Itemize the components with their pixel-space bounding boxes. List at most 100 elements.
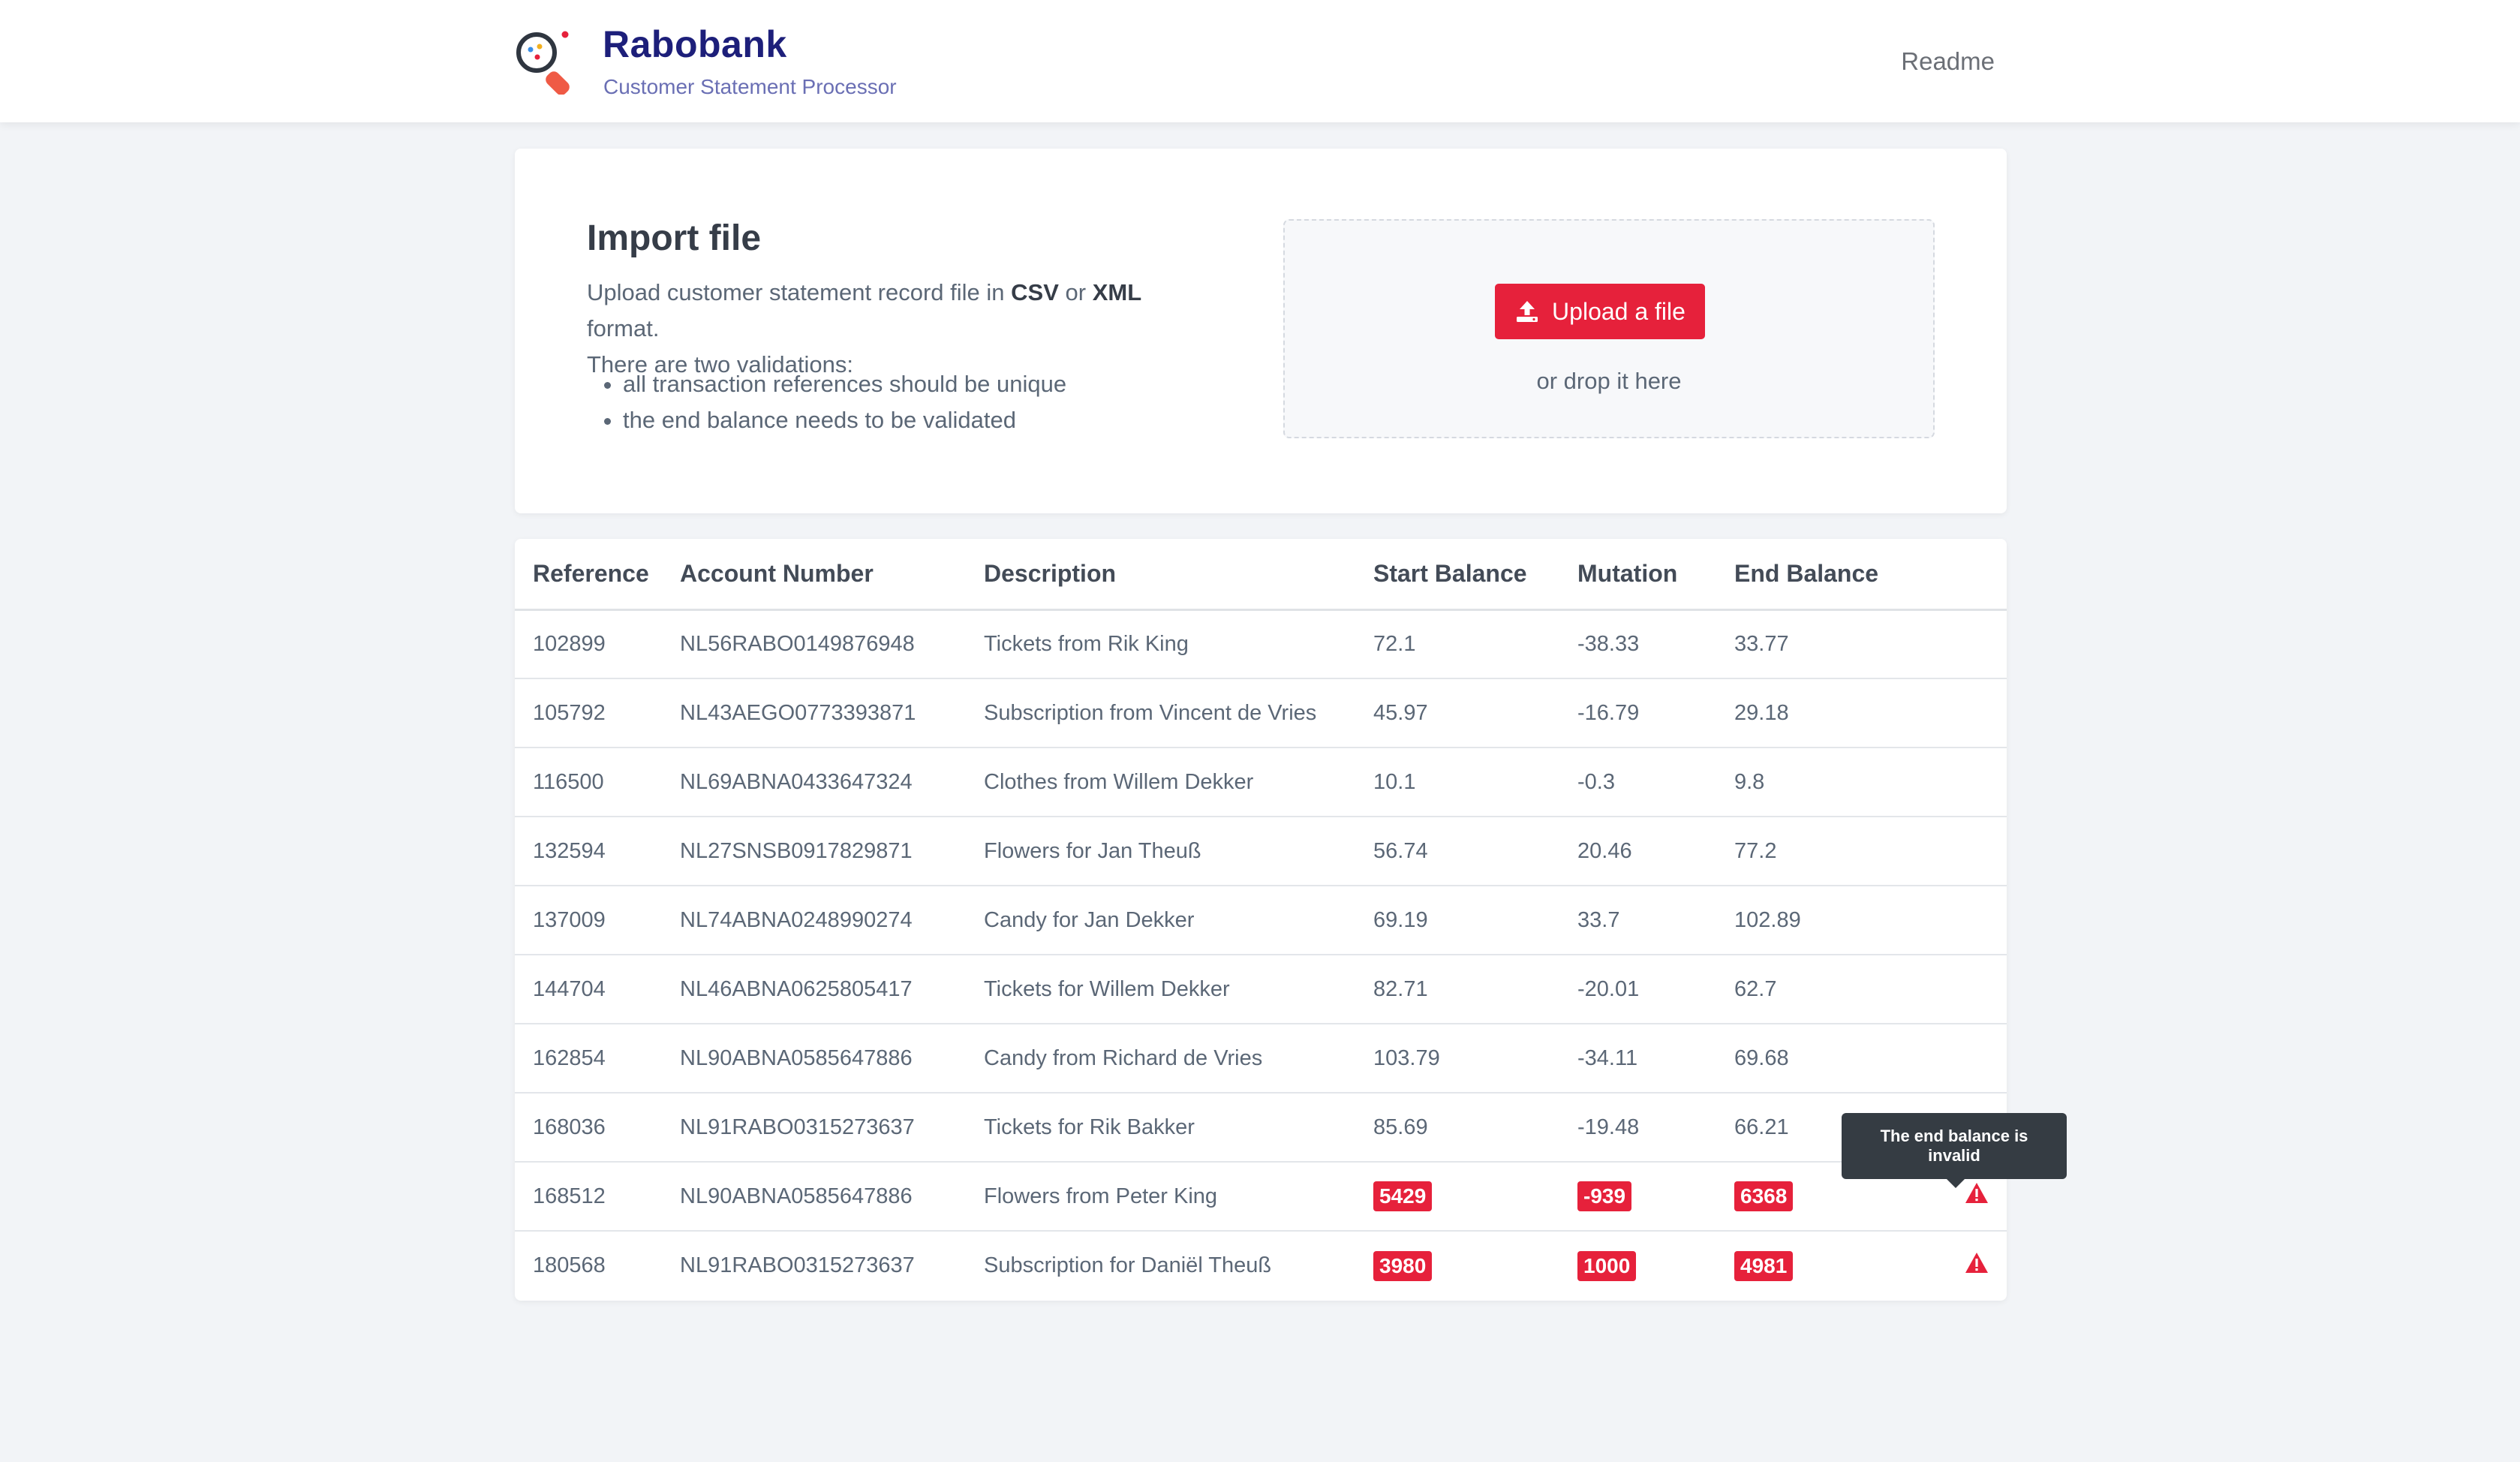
- end-balance-cell: 62.7: [1734, 955, 1914, 1024]
- description-cell: Flowers for Jan Theuß: [984, 817, 1373, 886]
- magnifier-logo-icon: [516, 31, 570, 95]
- header-status: [1914, 539, 2007, 611]
- end-balance-cell: 4981: [1734, 1231, 1914, 1300]
- start-balance-cell: 82.71: [1373, 955, 1577, 1024]
- brand-title: Rabobank: [603, 23, 787, 65]
- desc-csv: CSV: [1011, 279, 1059, 305]
- top-header: Rabobank Customer Statement Processor Re…: [0, 0, 2520, 122]
- table-row: 132594 NL27SNSB0917829871 Flowers for Jan …: [515, 817, 2007, 886]
- status-cell: [1914, 748, 2007, 817]
- account-number-cell: NL90ABNA0585647886: [680, 1162, 984, 1232]
- reference-cell: 137009: [515, 886, 680, 955]
- file-dropzone[interactable]: Upload a file or drop it here: [1283, 219, 1935, 438]
- table-row: 105792 NL43AEGO0773393871 Subscription fro…: [515, 678, 2007, 748]
- readme-link[interactable]: Readme: [1901, 47, 1995, 76]
- account-number-cell: NL91RABO0315273637: [680, 1093, 984, 1163]
- tooltip-arrow: [1947, 1179, 1965, 1188]
- header-account-number: Account Number: [680, 539, 984, 611]
- mutation-cell: -939: [1577, 1162, 1734, 1232]
- warning-triangle-icon[interactable]: [1964, 1181, 1989, 1205]
- description-cell: Tickets for Rik Bakker: [984, 1093, 1373, 1163]
- table-header-row: Reference Account Number Description Sta…: [515, 539, 2007, 611]
- app-page: Rabobank Customer Statement Processor Re…: [0, 0, 2520, 1462]
- desc-suffix: format.: [587, 315, 660, 341]
- start-balance-cell: 103.79: [1373, 1024, 1577, 1093]
- import-card: Import file Upload customer statement re…: [515, 149, 2007, 513]
- end-balance-cell: 102.89: [1734, 886, 1914, 955]
- table-row: 116500 NL69ABNA0433647324 Clothes from Wil…: [515, 748, 2007, 817]
- upload-button-label: Upload a file: [1552, 297, 1686, 325]
- mutation-cell: -16.79: [1577, 678, 1734, 748]
- start-balance-invalid-badge: 5429: [1373, 1181, 1433, 1211]
- brand-subtitle: Customer Statement Processor: [603, 75, 897, 98]
- table-row: 168036 NL91RABO0315273637 Tickets for Rik …: [515, 1093, 2007, 1163]
- mutation-cell: 20.46: [1577, 817, 1734, 886]
- end-balance-cell: 9.8: [1734, 748, 1914, 817]
- status-cell: [1914, 1231, 2007, 1300]
- desc-prefix: Upload customer statement record file in: [587, 279, 1012, 305]
- start-balance-cell: 69.19: [1373, 886, 1577, 955]
- end-balance-cell: 33.77: [1734, 609, 1914, 679]
- account-number-cell: NL56RABO0149876948: [680, 609, 984, 679]
- desc-or: or: [1058, 279, 1093, 305]
- status-cell: [1914, 817, 2007, 886]
- status-cell: [1914, 678, 2007, 748]
- warning-triangle-icon[interactable]: [1964, 1251, 1989, 1275]
- account-number-cell: NL91RABO0315273637: [680, 1253, 915, 1277]
- start-balance-cell: 56.74: [1373, 817, 1577, 886]
- account-number-cell: NL27SNSB0917829871: [680, 817, 984, 886]
- header-mutation: Mutation: [1577, 539, 1734, 611]
- mutation-cell: 1000: [1577, 1231, 1734, 1300]
- status-cell: [1914, 609, 2007, 679]
- table-row: 137009 NL74ABNA0248990274 Candy for Jan De…: [515, 886, 2007, 955]
- end-balance-cell: 69.68: [1734, 1024, 1914, 1093]
- header-start-balance: Start Balance: [1373, 539, 1577, 611]
- description-cell: Candy from Richard de Vries: [984, 1024, 1373, 1093]
- account-number-cell: NL46ABNA0625805417: [680, 955, 984, 1024]
- header-description: Description: [984, 539, 1373, 611]
- description-cell: Flowers from Peter King: [984, 1162, 1373, 1232]
- mutation-invalid-badge: -939: [1577, 1181, 1632, 1211]
- validation-item: the end balance needs to be validated: [623, 402, 1066, 438]
- description-cell: Candy for Jan Dekker: [984, 886, 1373, 955]
- validation-item: all transaction references should be uni…: [623, 366, 1066, 402]
- statements-table: Reference Account Number Description Sta…: [515, 539, 2007, 1300]
- end-balance-cell: 29.18: [1734, 678, 1914, 748]
- start-balance-cell: 10.1: [1373, 748, 1577, 817]
- upload-icon: [1517, 301, 1538, 322]
- description-cell: Clothes from Willem Dekker: [984, 748, 1373, 817]
- account-number-cell: NL90ABNA0585647886: [680, 1024, 984, 1093]
- start-balance-cell: 85.69: [1373, 1093, 1577, 1163]
- import-title: Import file: [587, 218, 762, 258]
- account-number-cell: NL74ABNA0248990274: [680, 886, 984, 955]
- table-row: 180568 NL91RABO0315273637 Subscription for…: [515, 1231, 2007, 1300]
- reference-cell: 102899: [515, 609, 680, 679]
- start-balance-cell: 45.97: [1373, 678, 1577, 748]
- description-cell: Tickets from Rik King: [984, 609, 1373, 679]
- mutation-cell: -34.11: [1577, 1024, 1734, 1093]
- reference-cell: 162854: [515, 1024, 680, 1093]
- reference-cell: 116500: [515, 748, 680, 817]
- start-balance-invalid-badge: 3980: [1373, 1250, 1433, 1281]
- table-row: 162854 NL90ABNA0585647886 Candy from Richa…: [515, 1024, 2007, 1093]
- upload-file-button[interactable]: Upload a file: [1495, 284, 1705, 339]
- reference-cell: 144704: [515, 955, 680, 1024]
- drop-hint: or drop it here: [1536, 368, 1682, 394]
- reference-cell: 168512: [515, 1162, 680, 1232]
- table-row: 168512 NL90ABNA0585647886 Flowers from Pet…: [515, 1162, 2007, 1232]
- statements-table-card: Reference Account Number Description Sta…: [515, 539, 2007, 1301]
- mutation-cell: 33.7: [1577, 886, 1734, 955]
- header-reference: Reference: [515, 539, 680, 611]
- header-end-balance: End Balance: [1734, 539, 1914, 611]
- start-balance-cell: 3980: [1373, 1231, 1577, 1300]
- end-balance-invalid-badge: 4981: [1734, 1250, 1794, 1281]
- description-cell: Subscription for Daniël Theuß: [984, 1253, 1272, 1277]
- validation-list: all transaction references should be uni…: [587, 366, 1066, 438]
- table-row: 102899 NL56RABO0149876948 Tickets from Rik…: [515, 609, 2007, 679]
- mutation-cell: -0.3: [1577, 748, 1734, 817]
- mutation-cell: -19.48: [1577, 1093, 1734, 1163]
- table-body: 102899 NL56RABO0149876948 Tickets from Rik…: [515, 609, 2007, 1300]
- desc-xml: XML: [1092, 279, 1142, 305]
- account-number-cell: NL69ABNA0433647324: [680, 748, 984, 817]
- description-cell: Tickets for Willem Dekker: [984, 955, 1373, 1024]
